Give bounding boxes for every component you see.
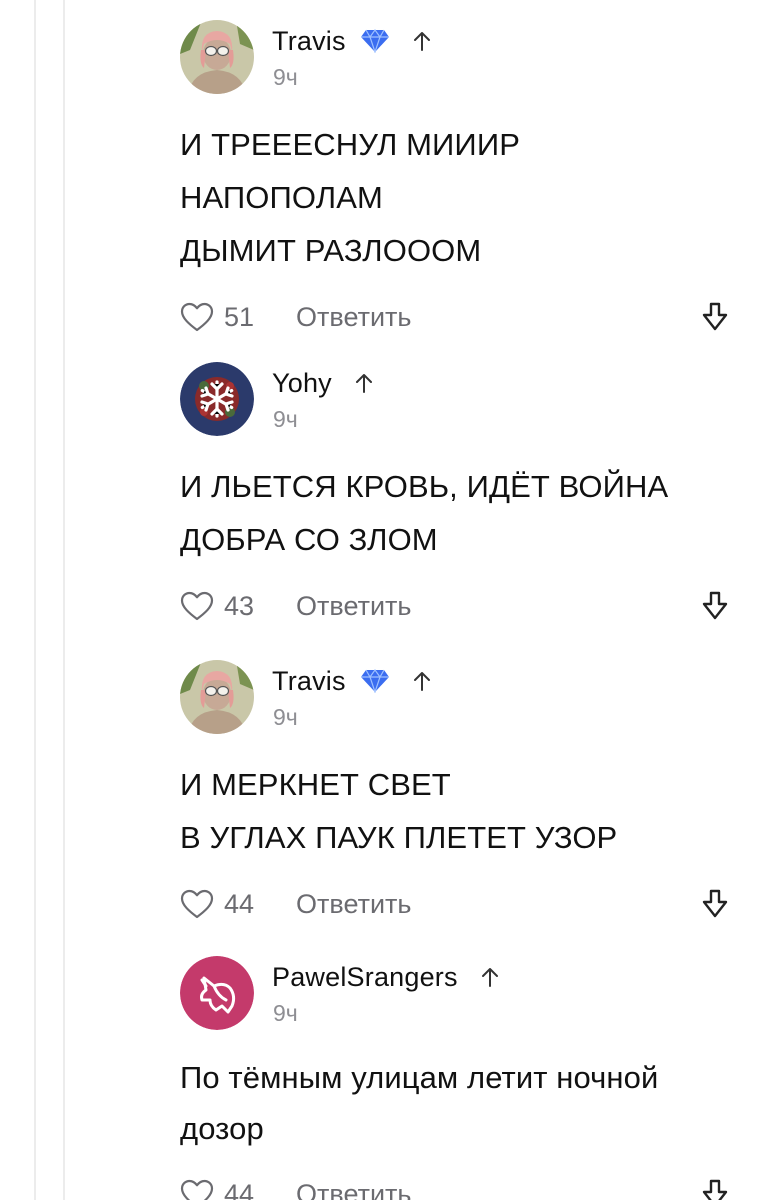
like-count: 43 bbox=[224, 590, 255, 621]
comment-header: Yohy 9ч bbox=[180, 362, 740, 438]
heart-outline-icon bbox=[180, 1179, 214, 1200]
author-name[interactable]: Travis bbox=[272, 26, 346, 57]
reply-button[interactable]: Ответить bbox=[296, 1179, 411, 1200]
author-row: Yohy bbox=[272, 366, 374, 400]
diamond-badge-icon bbox=[360, 29, 389, 53]
comment-actions: 44 Ответить bbox=[180, 884, 740, 924]
comment-actions: 44 Ответить bbox=[180, 1174, 740, 1200]
comment-text: По тёмным улицам летит ночной дозор bbox=[180, 1060, 659, 1146]
comment-header: Travis 9ч bbox=[180, 660, 740, 736]
comment-time: 9ч bbox=[273, 406, 298, 432]
arrow-up-icon[interactable] bbox=[412, 670, 432, 692]
avatar[interactable] bbox=[180, 956, 254, 1030]
reply-button[interactable]: Ответить bbox=[296, 302, 411, 333]
arrow-down-icon[interactable] bbox=[700, 888, 730, 920]
comment-thread: Travis 9ч И ТРЕЕЕСНУЛ МИИИР НАПОПОЛАМ ДЫ… bbox=[0, 0, 766, 1200]
comment: Travis 9ч И МЕРКНЕТ СВЕТ В УГЛАХ ПАУК ПЛ… bbox=[180, 660, 740, 924]
author-row: Travis bbox=[272, 24, 432, 58]
avatar[interactable] bbox=[180, 20, 254, 94]
comment-actions: 51 Ответить bbox=[180, 297, 740, 337]
like-button[interactable]: 44 bbox=[180, 889, 254, 920]
comment-text: И ЛЬЕТСЯ КРОВЬ, ИДЁТ ВОЙНА ДОБРА СО ЗЛОМ bbox=[180, 469, 669, 557]
comment-text: И МЕРКНЕТ СВЕТ В УГЛАХ ПАУК ПЛЕТЕТ УЗОР bbox=[180, 767, 618, 855]
author-row: PawelSrangers bbox=[272, 960, 500, 994]
arrow-down-icon[interactable] bbox=[700, 1178, 730, 1200]
heart-outline-icon bbox=[180, 889, 214, 919]
comment-time: 9ч bbox=[273, 1000, 298, 1026]
like-button[interactable]: 44 bbox=[180, 1179, 254, 1200]
comment-time: 9ч bbox=[273, 64, 298, 90]
author-name[interactable]: Travis bbox=[272, 666, 346, 697]
avatar[interactable] bbox=[180, 660, 254, 734]
author-name[interactable]: PawelSrangers bbox=[272, 962, 458, 993]
heart-outline-icon bbox=[180, 591, 214, 621]
comment: PawelSrangers 9ч По тёмным улицам летит … bbox=[180, 956, 740, 1200]
comment: Yohy 9ч И ЛЬЕТСЯ КРОВЬ, ИДЁТ ВОЙНА ДОБРА… bbox=[180, 362, 740, 626]
author-name[interactable]: Yohy bbox=[272, 368, 332, 399]
reply-button[interactable]: Ответить bbox=[296, 889, 411, 920]
comment-header: Travis 9ч bbox=[180, 20, 740, 96]
author-row: Travis bbox=[272, 664, 432, 698]
comment-time: 9ч bbox=[273, 704, 298, 730]
arrow-down-icon[interactable] bbox=[700, 301, 730, 333]
like-count: 44 bbox=[224, 1178, 255, 1200]
reply-button[interactable]: Ответить bbox=[296, 591, 411, 622]
arrow-up-icon[interactable] bbox=[480, 966, 500, 988]
comment: Travis 9ч И ТРЕЕЕСНУЛ МИИИР НАПОПОЛАМ ДЫ… bbox=[180, 20, 740, 337]
comment-actions: 43 Ответить bbox=[180, 586, 740, 626]
like-count: 51 bbox=[224, 301, 255, 332]
avatar[interactable] bbox=[180, 362, 254, 436]
thread-line bbox=[63, 0, 65, 1200]
comment-text: И ТРЕЕЕСНУЛ МИИИР НАПОПОЛАМ ДЫМИТ РАЗЛОО… bbox=[180, 127, 520, 268]
arrow-up-icon[interactable] bbox=[354, 372, 374, 394]
like-button[interactable]: 51 bbox=[180, 302, 254, 333]
diamond-badge-icon bbox=[360, 669, 389, 693]
thread-line bbox=[34, 0, 36, 1200]
like-button[interactable]: 43 bbox=[180, 591, 254, 622]
arrow-down-icon[interactable] bbox=[700, 590, 730, 622]
heart-outline-icon bbox=[180, 302, 214, 332]
arrow-up-icon[interactable] bbox=[412, 30, 432, 52]
like-count: 44 bbox=[224, 888, 255, 919]
comment-header: PawelSrangers 9ч bbox=[180, 956, 740, 1032]
